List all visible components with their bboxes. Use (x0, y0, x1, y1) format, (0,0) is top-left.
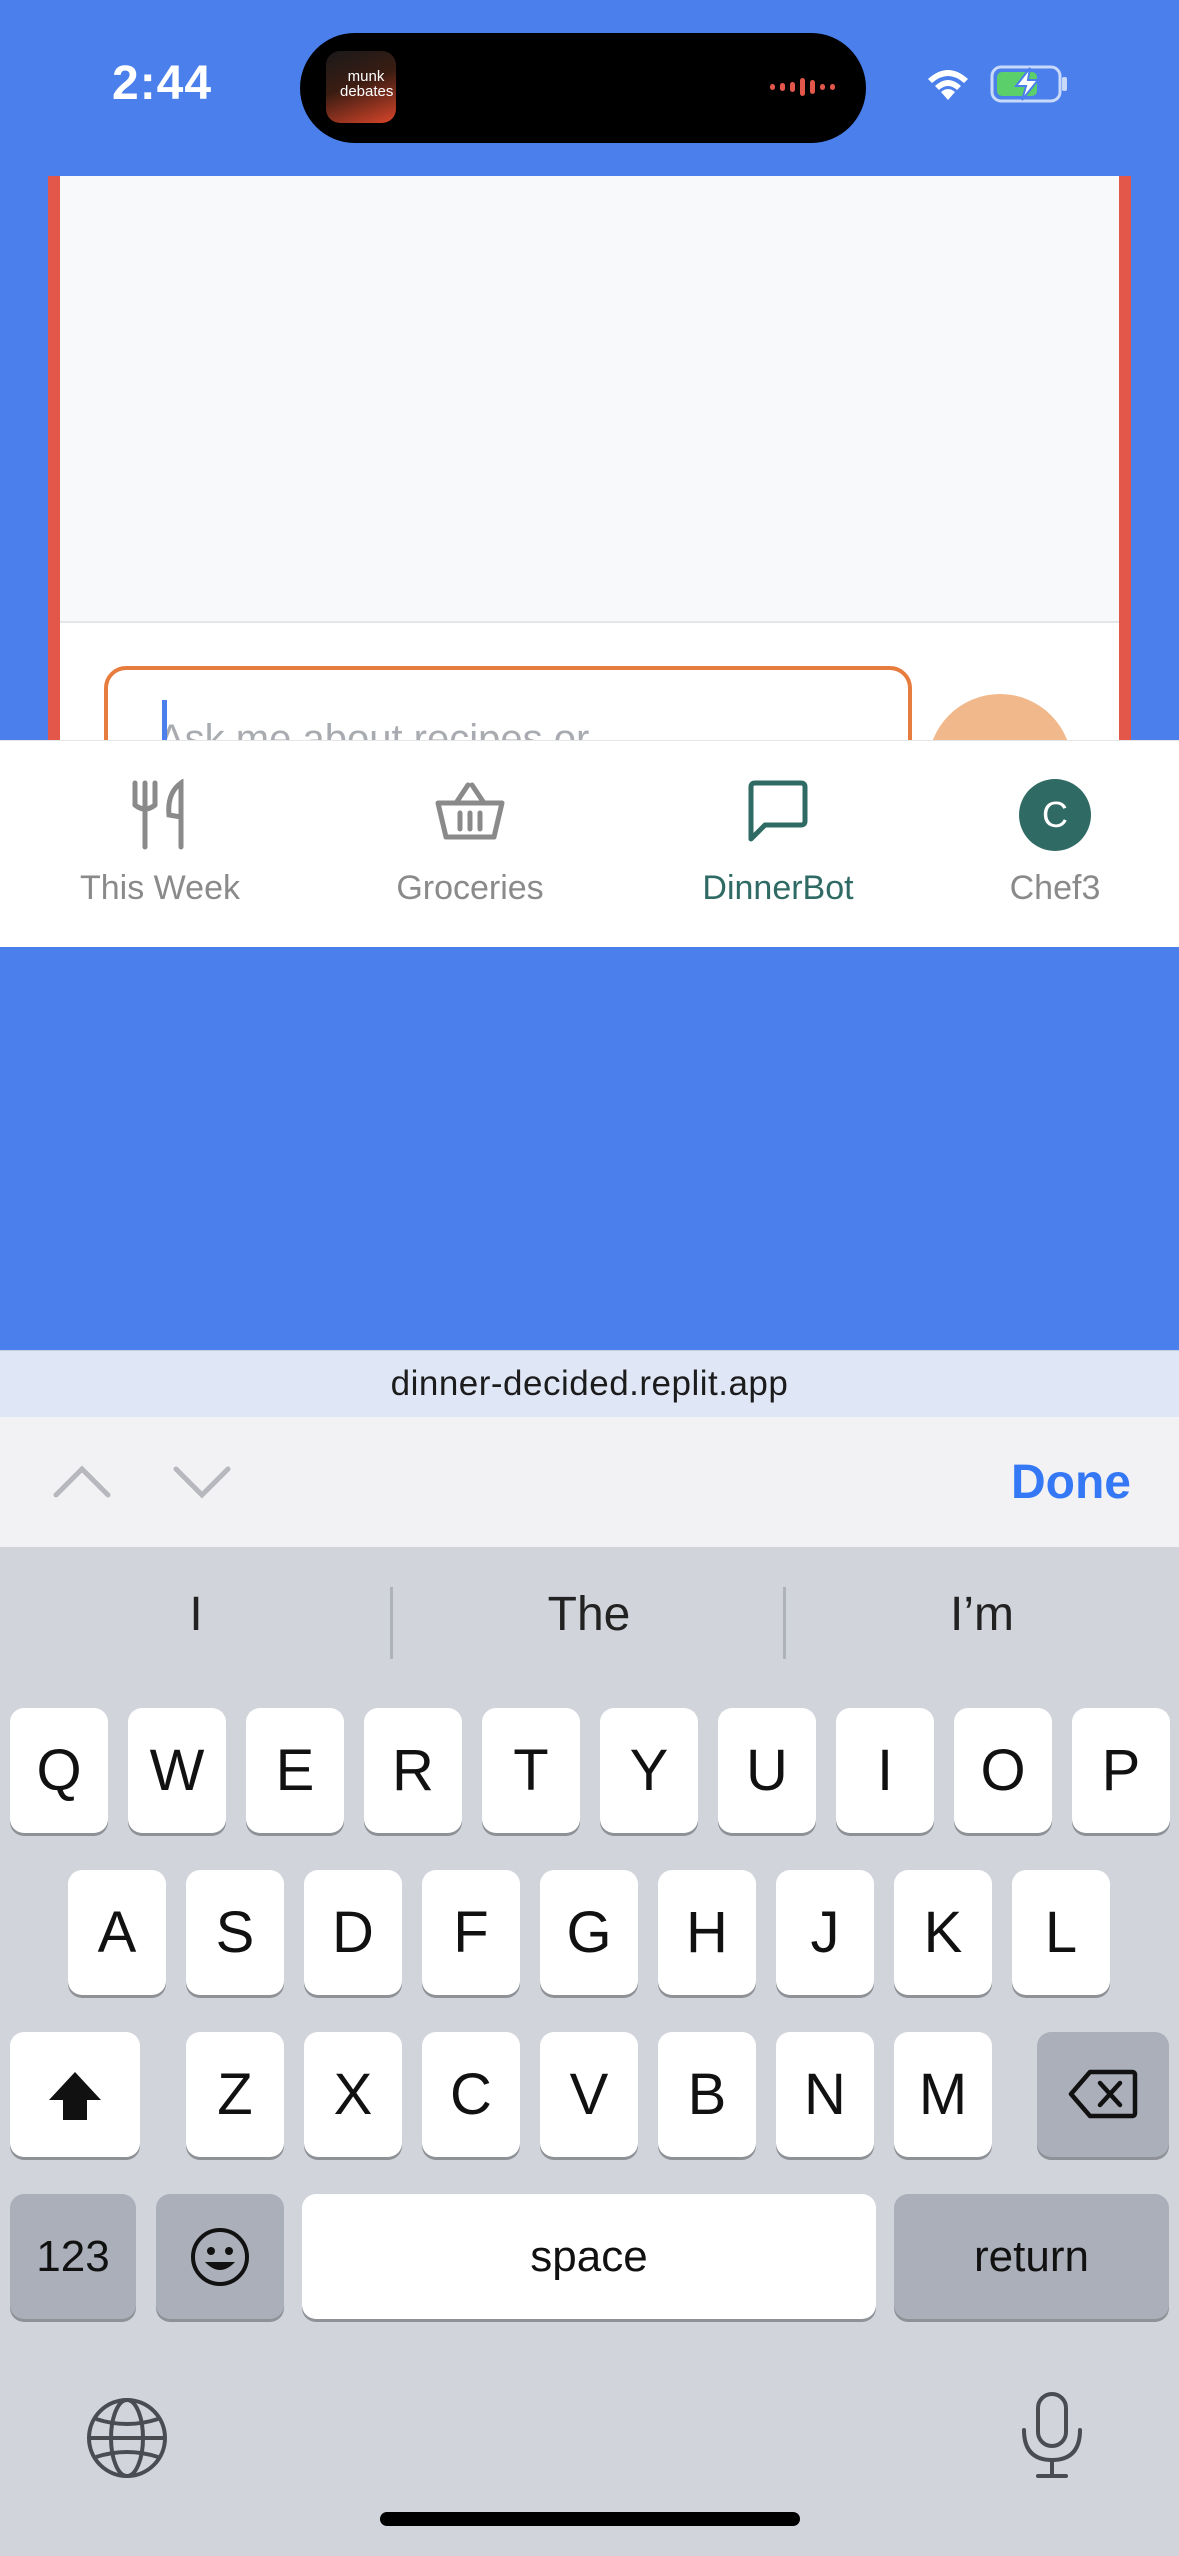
basket-icon (435, 782, 505, 840)
chat-messages-area[interactable] (60, 176, 1119, 623)
key-f[interactable]: F (422, 1870, 520, 1995)
key-q[interactable]: Q (10, 1708, 108, 1833)
key-y[interactable]: Y (600, 1708, 698, 1833)
dynamic-island[interactable]: munk debates (300, 33, 866, 143)
done-button[interactable]: Done (1011, 1455, 1131, 1510)
key-w[interactable]: W (128, 1708, 226, 1833)
microphone-icon[interactable] (1018, 2390, 1086, 2482)
nav-label-groceries: Groceries (396, 869, 544, 907)
live-activity-art-text: munk debates (340, 68, 394, 100)
key-x[interactable]: X (304, 2032, 402, 2157)
chat-bubble-icon (748, 780, 808, 842)
nav-item-chef3[interactable]: C Chef3 (955, 741, 1155, 947)
key-o[interactable]: O (954, 1708, 1052, 1833)
app-content-frame (48, 176, 1131, 740)
key-t[interactable]: T (482, 1708, 580, 1833)
key-u[interactable]: U (718, 1708, 816, 1833)
nav-label-chef3: Chef3 (1009, 869, 1101, 907)
key-l[interactable]: L (1012, 1870, 1110, 1995)
suggestion-1[interactable]: I (0, 1587, 392, 1642)
chat-input-box[interactable] (104, 666, 912, 740)
chat-panel (60, 176, 1119, 740)
key-c[interactable]: C (422, 2032, 520, 2157)
delete-key[interactable] (1037, 2032, 1169, 2157)
nav-item-dinnerbot[interactable]: DinnerBot (658, 741, 898, 947)
key-v[interactable]: V (540, 2032, 638, 2157)
key-b[interactable]: B (658, 2032, 756, 2157)
space-key[interactable]: space (302, 2194, 876, 2319)
nav-label-dinnerbot: DinnerBot (702, 869, 854, 907)
key-r[interactable]: R (364, 1708, 462, 1833)
fork-knife-icon (132, 779, 184, 850)
chevron-up-icon[interactable] (52, 1461, 112, 1501)
key-g[interactable]: G (540, 1870, 638, 1995)
globe-icon[interactable] (84, 2395, 170, 2481)
text-cursor (162, 700, 167, 740)
avatar: C (1019, 779, 1091, 851)
key-i[interactable]: I (836, 1708, 934, 1833)
numbers-key[interactable]: 123 (10, 2194, 136, 2319)
status-time: 2:44 (112, 57, 213, 110)
key-n[interactable]: N (776, 2032, 874, 2157)
key-k[interactable]: K (894, 1870, 992, 1995)
nav-item-this-week[interactable]: This Week (40, 741, 280, 947)
send-button[interactable] (928, 694, 1072, 740)
chevron-down-icon[interactable] (172, 1461, 232, 1501)
suggestion-3[interactable]: I’m (786, 1587, 1178, 1642)
key-d[interactable]: D (304, 1870, 402, 1995)
chat-input[interactable] (156, 708, 880, 740)
key-p[interactable]: P (1072, 1708, 1170, 1833)
home-indicator (380, 2512, 800, 2526)
audio-waveform-icon (770, 78, 835, 96)
key-z[interactable]: Z (186, 2032, 284, 2157)
battery-charging-icon (990, 65, 1067, 103)
key-h[interactable]: H (658, 1870, 756, 1995)
key-s[interactable]: S (186, 1870, 284, 1995)
key-m[interactable]: M (894, 2032, 992, 2157)
suggestion-2[interactable]: The (393, 1587, 785, 1642)
backspace-icon (1068, 2069, 1138, 2119)
keyboard-accessory-bar: Done (0, 1417, 1179, 1547)
shift-icon (49, 2072, 101, 2120)
return-key[interactable]: return (894, 2194, 1169, 2319)
nav-label-this-week: This Week (80, 869, 240, 907)
shift-key[interactable] (10, 2032, 140, 2157)
key-e[interactable]: E (246, 1708, 344, 1833)
live-activity-artwork: munk debates (326, 51, 396, 123)
bottom-nav: This Week Groceries DinnerBot C Chef3 (0, 740, 1179, 947)
browser-url-bar[interactable]: dinner-decided.replit.app (0, 1350, 1179, 1418)
emoji-key[interactable] (156, 2194, 284, 2319)
key-a[interactable]: A (68, 1870, 166, 1995)
wifi-icon (928, 70, 968, 100)
emoji-icon (191, 2228, 249, 2286)
predictive-suggestions: I The I’m (0, 1547, 1179, 1705)
key-j[interactable]: J (776, 1870, 874, 1995)
nav-item-groceries[interactable]: Groceries (350, 741, 590, 947)
